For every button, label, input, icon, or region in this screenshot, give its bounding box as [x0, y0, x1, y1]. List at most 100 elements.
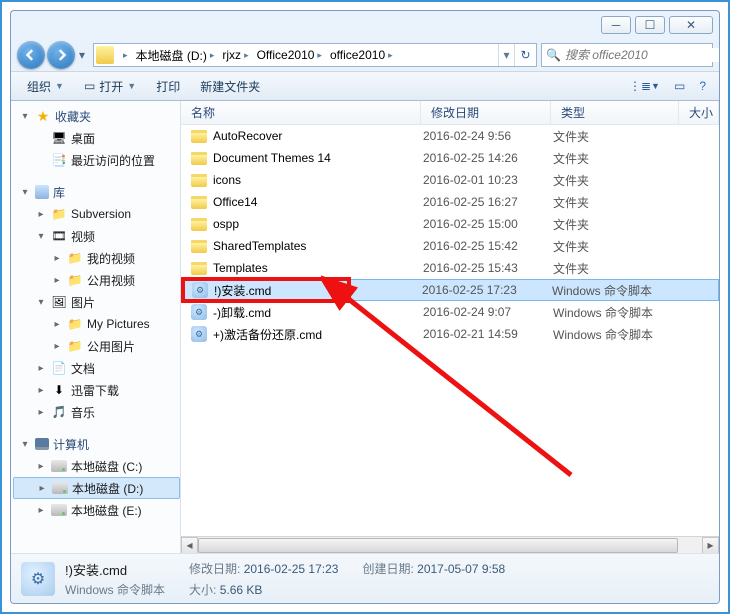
address-dropdown[interactable]: ▾ [498, 44, 514, 66]
tree-favorites[interactable]: ▾★收藏夹 [13, 105, 180, 127]
minimize-button[interactable]: ─ [601, 16, 631, 34]
new-folder-button[interactable]: 新建文件夹 [192, 75, 268, 98]
explorer-window: ─ ☐ ✕ ▾ ▸ 本地磁盘 (D:)▸ rjxz▸ Office2010▸ o… [10, 10, 720, 604]
maximize-button[interactable]: ☐ [635, 16, 665, 34]
col-size[interactable]: 大小 [679, 101, 719, 124]
search-input[interactable] [565, 48, 720, 62]
tree-computer[interactable]: ▾计算机 [13, 433, 180, 455]
file-row[interactable]: ⚙!)安装.cmd2016-02-25 17:23Windows 命令脚本 [181, 279, 719, 301]
close-button[interactable]: ✕ [669, 16, 713, 34]
file-row[interactable]: Office142016-02-25 16:27文件夹 [181, 191, 719, 213]
tree-subversion[interactable]: ▸📁Subversion [13, 203, 180, 225]
breadcrumb-seg-2[interactable]: Office2010▸ [253, 44, 326, 66]
file-row[interactable]: SharedTemplates2016-02-25 15:42文件夹 [181, 235, 719, 257]
drive-icon [96, 46, 114, 64]
file-type: Windows 命令脚本 [553, 326, 681, 343]
folder-icon [191, 128, 207, 144]
preview-pane-button[interactable]: ▭ [669, 76, 690, 96]
folder-icon [191, 150, 207, 166]
tree-desktop[interactable]: 🖥桌面 [13, 127, 180, 149]
forward-button[interactable] [47, 41, 75, 69]
file-row[interactable]: ospp 2016-02-25 15:00文件夹 [181, 213, 719, 235]
tree-drive-c[interactable]: ▸本地磁盘 (C:) [13, 455, 180, 477]
navigation-pane[interactable]: ▾★收藏夹 🖥桌面 📑最近访问的位置 ▾库 ▸📁Subversion ▾🎞视频 … [11, 101, 181, 553]
drive-icon [51, 460, 67, 472]
search-box[interactable]: 🔍 [541, 43, 713, 67]
file-type: 文件夹 [553, 128, 681, 145]
folder-icon: 📁 [67, 250, 83, 266]
scroll-thumb[interactable] [198, 538, 678, 553]
col-type[interactable]: 类型 [551, 101, 679, 124]
tree-public-pictures[interactable]: ▸📁公用图片 [13, 335, 180, 357]
tree-music[interactable]: ▸🎵音乐 [13, 401, 180, 423]
scroll-right-button[interactable]: ▸ [702, 537, 719, 554]
column-headers: 名称 修改日期 类型 大小 [181, 101, 719, 125]
file-row[interactable]: ⚙+)激活备份还原.cmd2016-02-21 14:59Windows 命令脚… [181, 323, 719, 345]
file-row[interactable]: Document Themes 142016-02-25 14:26文件夹 [181, 147, 719, 169]
folder-icon [191, 172, 207, 188]
file-date: 2016-02-25 15:42 [423, 239, 553, 253]
folder-icon [191, 194, 207, 210]
refresh-button[interactable]: ↻ [514, 44, 536, 66]
nav-history-dropdown[interactable]: ▾ [75, 46, 89, 64]
col-date[interactable]: 修改日期 [421, 101, 551, 124]
folder-icon [191, 216, 207, 232]
tree-public-video[interactable]: ▸📁公用视频 [13, 269, 180, 291]
col-name[interactable]: 名称 [181, 101, 421, 124]
tree-xunlei[interactable]: ▸⬇迅雷下载 [13, 379, 180, 401]
tree-drive-e[interactable]: ▸本地磁盘 (E:) [13, 499, 180, 521]
scroll-left-button[interactable]: ◂ [181, 537, 198, 554]
file-type: 文件夹 [553, 172, 681, 189]
file-name: Templates [213, 261, 268, 275]
file-name: -)卸载.cmd [213, 304, 271, 321]
file-row[interactable]: AutoRecover2016-02-24 9:56文件夹 [181, 125, 719, 147]
print-button[interactable]: 打印 [148, 75, 188, 98]
tree-libraries[interactable]: ▾库 [13, 181, 180, 203]
titlebar: ─ ☐ ✕ [11, 11, 719, 39]
file-date: 2016-02-21 14:59 [423, 327, 553, 341]
open-button[interactable]: ▭打开 ▼ [76, 75, 144, 98]
tree-my-video[interactable]: ▸📁我的视频 [13, 247, 180, 269]
breadcrumb-seg-1[interactable]: rjxz▸ [218, 44, 252, 66]
tree-video[interactable]: ▾🎞视频 [13, 225, 180, 247]
search-icon: 🔍 [546, 48, 561, 62]
video-icon: 🎞 [51, 228, 67, 244]
document-icon: 📄 [51, 360, 67, 376]
breadcrumb-seg-0[interactable]: 本地磁盘 (D:)▸ [132, 44, 219, 66]
drive-icon [51, 504, 67, 516]
file-row[interactable]: ⚙-)卸载.cmd2016-02-24 9:07Windows 命令脚本 [181, 301, 719, 323]
recent-icon: 📑 [51, 152, 67, 168]
file-date: 2016-02-25 16:27 [423, 195, 553, 209]
breadcrumb-root[interactable]: ▸ [116, 44, 132, 66]
tree-documents[interactable]: ▸📄文档 [13, 357, 180, 379]
file-date: 2016-02-25 15:43 [423, 261, 553, 275]
drive-icon [52, 482, 68, 494]
organize-menu[interactable]: 组织 ▼ [19, 75, 72, 98]
file-name: ospp [213, 217, 239, 231]
folder-icon: 📁 [67, 272, 83, 288]
tree-pictures[interactable]: ▾🖼图片 [13, 291, 180, 313]
tree-drive-d[interactable]: ▸本地磁盘 (D:) [13, 477, 180, 499]
tree-my-pictures[interactable]: ▸📁My Pictures [13, 313, 180, 335]
file-name: AutoRecover [213, 129, 282, 143]
file-row[interactable]: icons2016-02-01 10:23文件夹 [181, 169, 719, 191]
back-button[interactable] [17, 41, 45, 69]
file-date: 2016-02-25 15:00 [423, 217, 553, 231]
file-type: 文件夹 [553, 216, 681, 233]
cmd-icon: ⚙ [191, 326, 207, 342]
cmd-icon: ⚙ [191, 304, 207, 320]
folder-icon: 📁 [67, 316, 83, 332]
file-type: 文件夹 [553, 260, 681, 277]
picture-icon: 🖼 [51, 294, 67, 310]
horizontal-scrollbar[interactable]: ◂ ▸ [181, 536, 719, 553]
address-bar[interactable]: ▸ 本地磁盘 (D:)▸ rjxz▸ Office2010▸ office201… [93, 43, 537, 67]
file-name: !)安装.cmd [214, 282, 271, 299]
file-rows: AutoRecover2016-02-24 9:56文件夹Document Th… [181, 125, 719, 536]
file-type: 文件夹 [553, 150, 681, 167]
help-button[interactable]: ? [694, 76, 711, 96]
view-options-button[interactable]: ⋮≣ ▼ [624, 76, 665, 96]
file-row[interactable]: Templates 2016-02-25 15:43文件夹 [181, 257, 719, 279]
tree-recent[interactable]: 📑最近访问的位置 [13, 149, 180, 171]
breadcrumb-seg-3[interactable]: office2010▸ [326, 44, 397, 66]
cmd-icon: ⚙ [192, 282, 208, 298]
